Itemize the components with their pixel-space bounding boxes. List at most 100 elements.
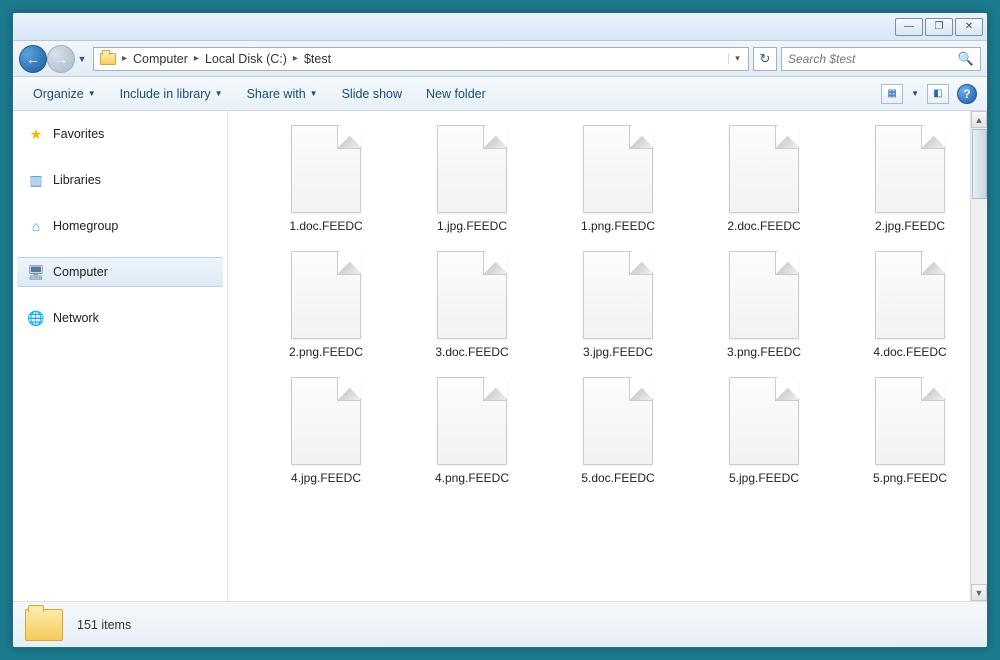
folder-icon xyxy=(100,53,116,65)
file-label: 5.doc.FEEDC xyxy=(581,471,654,485)
address-dropdown[interactable]: ▾ xyxy=(728,53,746,64)
file-item[interactable]: 1.png.FEEDC xyxy=(548,121,688,237)
view-dropdown[interactable]: ▼ xyxy=(911,89,919,98)
help-icon: ? xyxy=(963,87,970,101)
maximize-button[interactable]: ❐ xyxy=(925,18,953,36)
sidebar-item-label: Favorites xyxy=(53,127,104,141)
organize-menu[interactable]: Organize ▼ xyxy=(23,83,106,105)
breadcrumb-segment[interactable]: Local Disk (C:) xyxy=(201,52,291,66)
file-item[interactable]: 3.doc.FEEDC xyxy=(402,247,542,363)
sidebar-item-label: Computer xyxy=(53,265,108,279)
close-button[interactable]: ✕ xyxy=(955,18,983,36)
search-box[interactable]: 🔍 xyxy=(781,47,981,71)
slideshow-label: Slide show xyxy=(342,87,402,101)
file-icon xyxy=(291,377,361,465)
preview-pane-button[interactable]: ◧ xyxy=(927,84,949,104)
file-grid: 1.doc.FEEDC 1.jpg.FEEDC 1.png.FEEDC 2.doc.F… xyxy=(256,121,983,489)
explorer-window: — ❐ ✕ ← → ▼ ▸ Computer ▸ Local Disk (C:)… xyxy=(12,12,988,648)
view-options-button[interactable]: ▦ xyxy=(881,84,903,104)
file-label: 1.png.FEEDC xyxy=(581,219,655,233)
chevron-right-icon[interactable]: ▸ xyxy=(192,53,201,64)
sidebar-item-favorites[interactable]: ★ Favorites xyxy=(13,119,227,149)
file-item[interactable]: 2.png.FEEDC xyxy=(256,247,396,363)
file-label: 4.doc.FEEDC xyxy=(873,345,946,359)
file-item[interactable]: 4.doc.FEEDC xyxy=(840,247,980,363)
file-item[interactable]: 5.jpg.FEEDC xyxy=(694,373,834,489)
file-label: 5.png.FEEDC xyxy=(873,471,947,485)
sidebar-item-label: Libraries xyxy=(53,173,101,187)
share-with-menu[interactable]: Share with ▼ xyxy=(237,83,328,105)
file-item[interactable]: 4.jpg.FEEDC xyxy=(256,373,396,489)
new-folder-button[interactable]: New folder xyxy=(416,83,496,105)
slideshow-button[interactable]: Slide show xyxy=(332,83,412,105)
search-input[interactable] xyxy=(788,52,958,66)
newfolder-label: New folder xyxy=(426,87,486,101)
forward-button[interactable]: → xyxy=(47,45,75,73)
file-item[interactable]: 5.doc.FEEDC xyxy=(548,373,688,489)
file-icon xyxy=(583,377,653,465)
file-label: 5.jpg.FEEDC xyxy=(729,471,799,485)
file-icon xyxy=(729,251,799,339)
body: ★ Favorites ▥ Libraries ⌂ Homegroup 🖥 Co… xyxy=(13,111,987,601)
chevron-right-icon[interactable]: ▸ xyxy=(291,53,300,64)
chevron-down-icon: ▼ xyxy=(88,89,96,98)
file-icon xyxy=(875,125,945,213)
star-icon: ★ xyxy=(27,125,45,143)
nav-buttons: ← → ▼ xyxy=(19,45,89,73)
include-library-menu[interactable]: Include in library ▼ xyxy=(110,83,233,105)
file-item[interactable]: 1.jpg.FEEDC xyxy=(402,121,542,237)
refresh-button[interactable]: ↻ xyxy=(753,47,777,71)
scroll-thumb[interactable] xyxy=(972,129,987,199)
file-item[interactable]: 3.png.FEEDC xyxy=(694,247,834,363)
file-icon xyxy=(875,251,945,339)
sidebar-item-computer[interactable]: 🖥 Computer xyxy=(17,257,223,287)
file-item[interactable]: 2.jpg.FEEDC xyxy=(840,121,980,237)
titlebar: — ❐ ✕ xyxy=(13,13,987,41)
sidebar-item-libraries[interactable]: ▥ Libraries xyxy=(13,165,227,195)
refresh-icon: ↻ xyxy=(760,51,771,67)
sidebar-item-homegroup[interactable]: ⌂ Homegroup xyxy=(13,211,227,241)
file-icon xyxy=(729,125,799,213)
file-label: 2.jpg.FEEDC xyxy=(875,219,945,233)
address-bar[interactable]: ▸ Computer ▸ Local Disk (C:) ▸ $test ▾ xyxy=(93,47,749,71)
breadcrumb-segment[interactable]: $test xyxy=(300,52,335,66)
minimize-button[interactable]: — xyxy=(895,18,923,36)
file-item[interactable]: 2.doc.FEEDC xyxy=(694,121,834,237)
navigation-bar: ← → ▼ ▸ Computer ▸ Local Disk (C:) ▸ $te… xyxy=(13,41,987,77)
folder-icon xyxy=(25,609,63,641)
view-icon: ▦ xyxy=(887,88,896,99)
pane-icon: ◧ xyxy=(933,88,942,99)
homegroup-icon: ⌂ xyxy=(27,217,45,235)
address-root-icon[interactable] xyxy=(96,53,120,65)
scroll-down-button[interactable]: ▼ xyxy=(971,584,987,601)
file-item[interactable]: 4.png.FEEDC xyxy=(402,373,542,489)
file-label: 3.doc.FEEDC xyxy=(435,345,508,359)
scroll-up-button[interactable]: ▲ xyxy=(971,111,987,128)
network-icon: 🌐 xyxy=(27,309,45,327)
file-label: 4.png.FEEDC xyxy=(435,471,509,485)
chevron-right-icon[interactable]: ▸ xyxy=(120,53,129,64)
help-button[interactable]: ? xyxy=(957,84,977,104)
navigation-pane: ★ Favorites ▥ Libraries ⌂ Homegroup 🖥 Co… xyxy=(13,111,228,601)
file-icon xyxy=(291,125,361,213)
sidebar-item-network[interactable]: 🌐 Network xyxy=(13,303,227,333)
vertical-scrollbar[interactable]: ▲ ▼ xyxy=(970,111,987,601)
file-label: 3.png.FEEDC xyxy=(727,345,801,359)
file-icon xyxy=(437,251,507,339)
file-item[interactable]: 5.png.FEEDC xyxy=(840,373,980,489)
file-icon xyxy=(583,125,653,213)
arrow-right-icon: → xyxy=(54,51,68,67)
file-label: 1.doc.FEEDC xyxy=(289,219,362,233)
history-dropdown[interactable]: ▼ xyxy=(75,54,89,64)
file-item[interactable]: 1.doc.FEEDC xyxy=(256,121,396,237)
command-bar: Organize ▼ Include in library ▼ Share wi… xyxy=(13,77,987,111)
chevron-down-icon: ▼ xyxy=(310,89,318,98)
search-icon[interactable]: 🔍 xyxy=(958,51,974,67)
breadcrumb-segment[interactable]: Computer xyxy=(129,52,192,66)
file-icon xyxy=(291,251,361,339)
file-item[interactable]: 3.jpg.FEEDC xyxy=(548,247,688,363)
include-label: Include in library xyxy=(120,87,211,101)
file-list-pane[interactable]: 1.doc.FEEDC 1.jpg.FEEDC 1.png.FEEDC 2.doc.F… xyxy=(228,111,987,601)
back-button[interactable]: ← xyxy=(19,45,47,73)
status-bar: 151 items xyxy=(13,601,987,647)
